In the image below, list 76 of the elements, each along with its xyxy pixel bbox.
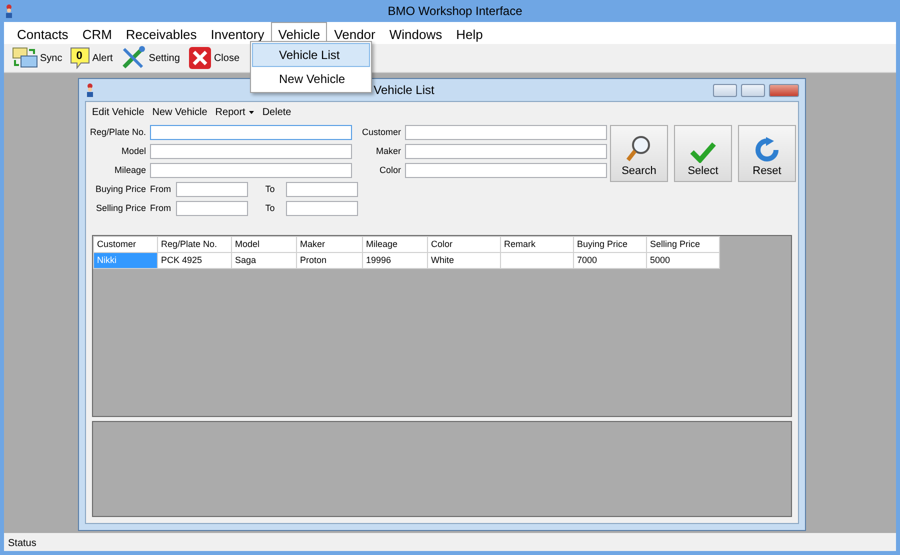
app-icon [85, 83, 95, 97]
input-field[interactable] [405, 144, 607, 159]
field-label: From [150, 202, 172, 215]
menu-item[interactable]: Windows [382, 22, 450, 44]
menu-item[interactable]: Help [449, 22, 490, 44]
field-label: Maker [374, 144, 401, 158]
column-header[interactable]: Mileage [362, 236, 428, 252]
toolbar-button[interactable]: Close [186, 46, 242, 70]
field-label: From [150, 182, 172, 196]
menu-item[interactable]: Delete [258, 105, 296, 120]
sync-icon [12, 47, 38, 69]
column-header[interactable]: Color [428, 236, 500, 252]
badge-count: 0 [76, 49, 82, 64]
column-header[interactable]: Selling Price [646, 236, 720, 252]
menu-item[interactable]: Report [211, 105, 258, 120]
input-field[interactable] [405, 163, 607, 178]
menu-item[interactable]: Receivables [118, 22, 204, 44]
column-header[interactable]: Maker [296, 236, 362, 252]
input-field[interactable] [150, 144, 352, 159]
table-cell[interactable]: Saga [232, 252, 296, 268]
table-cell[interactable]: 19996 [362, 252, 428, 268]
field-label: Model [120, 144, 146, 158]
close-icon [188, 46, 212, 70]
input-field[interactable] [176, 201, 248, 216]
toolbar-button[interactable]: 0 Alert [68, 47, 115, 69]
field-label: Buying Price [94, 182, 146, 196]
window-title: BMO Workshop Interface [386, 3, 524, 20]
field-label: Reg/Plate No. [88, 126, 146, 139]
column-header[interactable]: Buying Price [574, 236, 646, 252]
table-cell[interactable]: 5000 [646, 252, 720, 268]
dropdown-item[interactable]: Vehicle List [252, 43, 370, 67]
menu-item[interactable]: Contacts [10, 22, 76, 44]
field-label: Color [378, 164, 401, 177]
column-header[interactable]: Model [232, 236, 296, 252]
status-text: Status [4, 533, 896, 551]
table-cell[interactable]: White [428, 252, 500, 268]
input-field[interactable] [286, 201, 358, 216]
tools-icon [120, 46, 147, 70]
field-label: Mileage [113, 164, 146, 177]
app-icon [4, 4, 14, 18]
minimize-button[interactable] [713, 84, 737, 96]
menu-item[interactable]: New Vehicle [148, 105, 212, 120]
toolbar-button[interactable]: Setting [118, 46, 182, 70]
action-button[interactable]: Reset [738, 125, 796, 182]
column-header[interactable]: Customer [94, 236, 158, 252]
field-label: Customer [361, 126, 401, 139]
action-button[interactable]: Search [610, 125, 668, 182]
menu-item[interactable]: Edit Vehicle [88, 105, 148, 120]
field-label: To [264, 182, 276, 196]
input-field[interactable] [286, 182, 358, 197]
input-field[interactable] [150, 163, 352, 178]
table-cell[interactable]: Proton [296, 252, 362, 268]
action-button[interactable]: Select [674, 125, 732, 182]
search-icon [626, 134, 652, 162]
input-field[interactable] [150, 125, 352, 140]
table-cell[interactable]: 7000 [574, 252, 646, 268]
field-label: To [264, 202, 276, 215]
window-title: Vehicle List [372, 82, 436, 99]
table-cell[interactable] [500, 252, 574, 268]
close-button[interactable] [769, 84, 799, 96]
menu-item[interactable]: Inventory [204, 22, 272, 44]
maximize-button[interactable] [741, 84, 765, 96]
column-header[interactable]: Reg/Plate No. [158, 236, 232, 252]
dropdown-item[interactable]: New Vehicle [252, 67, 370, 91]
field-label: Selling Price [94, 202, 146, 215]
menu-item[interactable]: Vendor [327, 22, 382, 44]
toolbar-button[interactable]: Sync [10, 47, 64, 69]
caret-icon [249, 111, 254, 114]
refresh-icon [754, 136, 780, 162]
checkmark-icon [690, 140, 716, 162]
table-cell[interactable]: PCK 4925 [158, 252, 232, 268]
menu-item[interactable]: CRM [75, 22, 119, 44]
input-field[interactable] [405, 125, 607, 140]
column-header[interactable]: Remark [500, 236, 574, 252]
alert-icon [70, 47, 90, 69]
input-field[interactable] [176, 182, 248, 197]
